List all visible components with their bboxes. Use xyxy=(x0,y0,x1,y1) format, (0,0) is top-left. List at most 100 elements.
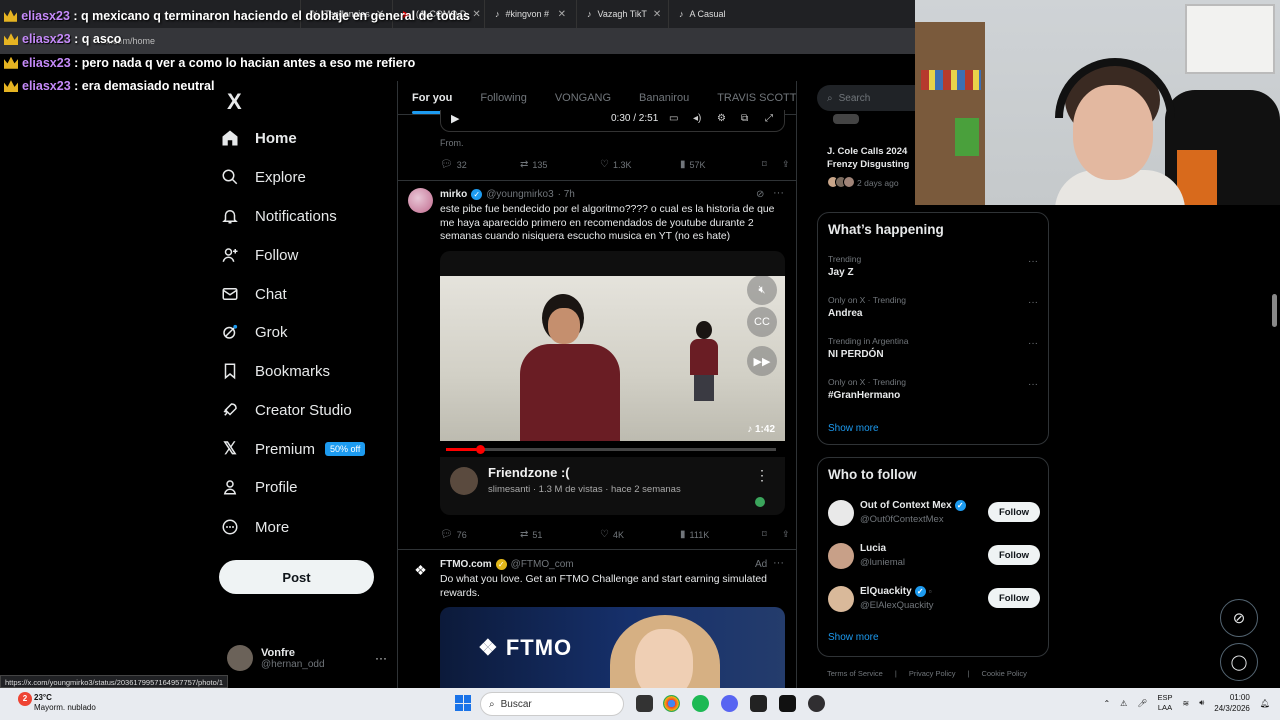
play-icon[interactable]: ▶ xyxy=(451,112,459,125)
more-horizontal-icon[interactable]: ··· xyxy=(773,557,784,569)
ad-image[interactable]: ❖ FTMO xyxy=(440,607,785,697)
video-title[interactable]: Friendzone :( xyxy=(488,465,570,480)
tab-vongang[interactable]: VONGANG xyxy=(541,92,625,104)
show-more-link[interactable]: Show more xyxy=(828,632,879,643)
nav-bookmarks[interactable]: Bookmarks xyxy=(219,352,330,390)
repost-button[interactable]: ⇄ 135 xyxy=(520,159,600,170)
tweet-time[interactable]: · 7h xyxy=(558,189,575,200)
captions-icon[interactable]: CC xyxy=(747,307,777,337)
follow-suggestion[interactable]: ElQuackity ✓ ▫ @ElAlexQuackity Follow xyxy=(828,584,1040,614)
fullscreen-icon[interactable]: ⤢ xyxy=(765,113,773,124)
youtube-embed-info[interactable]: Friendzone :( slimesanti · 1.3 M de vist… xyxy=(440,457,785,515)
privacy-link[interactable]: Privacy Policy xyxy=(909,669,956,678)
notification-bell-icon[interactable]: 🔔︎ xyxy=(1260,699,1270,708)
reply-button[interactable]: 💬︎ 32 xyxy=(440,159,520,170)
popout-icon[interactable]: ⧉ xyxy=(741,113,748,124)
gif-icon[interactable]: ▭ xyxy=(669,113,678,124)
weather-widget[interactable]: 23°C Mayorm. nublado xyxy=(34,693,96,713)
chrome-icon[interactable] xyxy=(663,695,680,712)
tab-bananirou[interactable]: Bananirou xyxy=(625,92,703,104)
discord-icon[interactable] xyxy=(721,695,738,712)
nav-more[interactable]: More xyxy=(219,508,289,546)
follow-button[interactable]: Follow xyxy=(988,588,1040,608)
avatar[interactable] xyxy=(450,467,478,495)
grok-icon[interactable]: ⊘ xyxy=(1220,599,1258,637)
news-headline[interactable]: J. Cole Calls 2024 Frenzy Disgusting xyxy=(827,145,927,171)
trend-item[interactable]: Only on X · Trending Andrea ··· xyxy=(828,295,1040,319)
progress-handle[interactable] xyxy=(475,445,485,454)
browser-tab[interactable]: ♪ Vazagh TikT ✕ xyxy=(576,0,668,28)
reply-button[interactable]: 💬︎ 76 xyxy=(440,529,520,540)
skip-icon[interactable]: ▶▶ xyxy=(747,346,777,376)
follow-suggestion[interactable]: Out of Context Mex ✓ @Out0fContextMex Fol… xyxy=(828,498,1040,528)
ftmo-avatar-icon[interactable]: ❖ xyxy=(408,558,433,583)
kebab-menu-icon[interactable]: ⋮ xyxy=(755,467,769,484)
trend-item[interactable]: Only on X · Trending #GranHermano ··· xyxy=(828,377,1040,401)
trend-item[interactable]: Trending in Argentina NI PERDÓN ··· xyxy=(828,336,1040,360)
views-button[interactable]: ▮ 57K xyxy=(680,159,762,170)
close-icon[interactable]: ✕ xyxy=(472,9,480,20)
browser-tab[interactable]: ♪ #kingvon # ✕ xyxy=(484,0,576,28)
mute-icon[interactable]: 🔇︎ xyxy=(747,276,777,305)
task-view-icon[interactable] xyxy=(636,695,653,712)
windows-start-icon[interactable] xyxy=(455,695,471,711)
spotify-icon[interactable] xyxy=(692,695,709,712)
tweet-author-handle[interactable]: @FTMO_com xyxy=(511,559,574,570)
follow-button[interactable]: Follow xyxy=(988,502,1040,522)
language-indicator[interactable]: ESP LAA xyxy=(1157,693,1172,713)
nav-follow[interactable]: Follow xyxy=(219,236,298,274)
network-icon[interactable]: ⚠ xyxy=(1120,699,1127,708)
repost-button[interactable]: ⇄ 51 xyxy=(520,529,600,540)
nav-premium[interactable]: 𝕏 Premium 50% off xyxy=(219,430,366,468)
follow-suggestion[interactable]: Lucia @luniemal Follow xyxy=(828,541,1040,571)
nav-profile[interactable]: Profile xyxy=(219,468,298,506)
messages-icon[interactable]: ◯ xyxy=(1220,643,1258,681)
nav-notifications[interactable]: Notifications xyxy=(219,197,337,235)
chevron-up-icon[interactable]: ⌃ xyxy=(1103,699,1110,708)
tab-travis-scott[interactable]: TRAVIS SCOTT xyxy=(703,92,796,104)
share-icon[interactable]: ⇪ xyxy=(782,159,790,170)
nav-explore[interactable]: Explore xyxy=(219,158,306,196)
bookmark-icon[interactable]: ⌑ xyxy=(762,159,782,170)
post-button[interactable]: Post xyxy=(219,560,374,594)
more-horizontal-icon[interactable]: ··· xyxy=(375,651,387,665)
like-button[interactable]: ♡ 4K xyxy=(600,529,680,540)
nav-creator-studio[interactable]: Creator Studio xyxy=(219,391,352,429)
wifi-icon[interactable]: ≋ xyxy=(1183,699,1190,708)
capcut-icon[interactable] xyxy=(750,695,767,712)
views-button[interactable]: ▮ 111K xyxy=(680,529,762,540)
nav-chat[interactable]: Chat xyxy=(219,275,287,313)
cookie-link[interactable]: Cookie Policy xyxy=(981,669,1026,678)
more-horizontal-icon[interactable]: ··· xyxy=(1028,338,1038,349)
volume-icon[interactable]: ◂) xyxy=(693,113,701,124)
video-player-controls[interactable]: ▶ 0:30 / 2:51 ▭ ◂) ⚙ ⧉ ⤢ xyxy=(440,110,785,132)
clock[interactable]: 01:00 24/3/2026 xyxy=(1214,692,1250,714)
avatar[interactable] xyxy=(408,188,433,213)
tweet-author-handle[interactable]: @youngmirko3 xyxy=(486,189,553,200)
tab-following[interactable]: Following xyxy=(466,92,540,104)
nav-grok[interactable]: Grok xyxy=(219,313,288,351)
grok-icon[interactable]: ⊘ xyxy=(756,189,764,200)
obs-icon[interactable] xyxy=(808,695,825,712)
tiktok-icon[interactable] xyxy=(779,695,796,712)
mic-icon[interactable]: 🎤︎ xyxy=(1137,699,1147,708)
like-button[interactable]: ♡ 1.3K xyxy=(600,159,680,170)
more-horizontal-icon[interactable]: ··· xyxy=(773,187,784,199)
video-player[interactable]: 🔇︎ CC ▶▶ ♪ 1:42 xyxy=(440,276,785,441)
more-horizontal-icon[interactable]: ··· xyxy=(1028,379,1038,390)
nav-home[interactable]: Home xyxy=(219,119,297,157)
terms-link[interactable]: Terms of Service xyxy=(827,669,883,678)
scroll-thumb[interactable] xyxy=(1272,294,1277,327)
show-more-link[interactable]: Show more xyxy=(828,423,879,434)
share-icon[interactable]: ⇪ xyxy=(782,529,790,540)
trend-item[interactable]: Trending Jay Z ··· xyxy=(828,254,1040,278)
follow-button[interactable]: Follow xyxy=(988,545,1040,565)
taskbar-search[interactable]: ⌕ Buscar xyxy=(480,692,624,716)
bookmark-icon[interactable]: ⌑ xyxy=(762,529,782,540)
more-horizontal-icon[interactable]: ··· xyxy=(1028,256,1038,267)
tweet-author-name[interactable]: FTMO.com xyxy=(440,559,492,570)
tweet-author-name[interactable]: mirko xyxy=(440,189,467,200)
settings-icon[interactable]: ⚙ xyxy=(717,113,726,124)
close-icon[interactable]: ✕ xyxy=(558,9,566,20)
close-icon[interactable]: ✕ xyxy=(653,9,661,20)
